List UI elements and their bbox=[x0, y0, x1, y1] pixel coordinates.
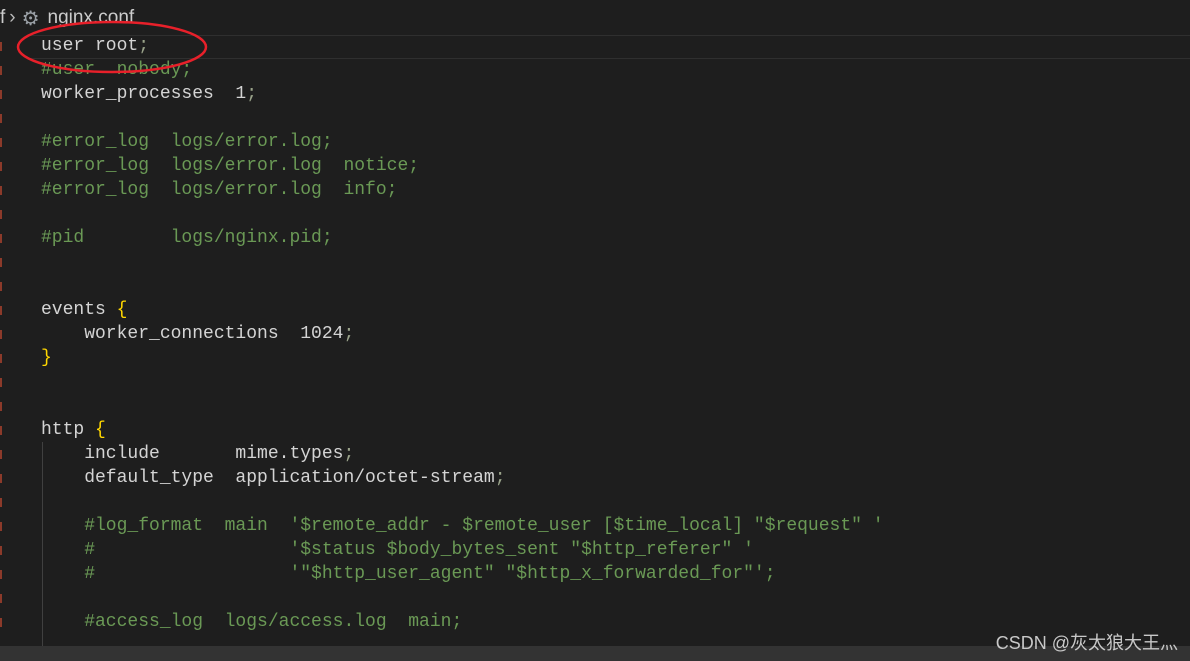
code-token-punct: ; bbox=[246, 84, 258, 104]
code-line[interactable]: } bbox=[41, 346, 884, 370]
breadcrumb-parent[interactable]: f bbox=[0, 7, 5, 29]
line-number bbox=[0, 322, 4, 346]
line-number bbox=[0, 418, 4, 442]
code-token-comment: #log_format main '$remote_addr - $remote… bbox=[41, 516, 884, 536]
line-number bbox=[0, 250, 4, 274]
code-line[interactable]: worker_connections 1024; bbox=[41, 322, 884, 346]
code-line[interactable] bbox=[41, 394, 884, 418]
code-line[interactable] bbox=[41, 106, 884, 130]
code-line[interactable]: include mime.types; bbox=[41, 442, 884, 466]
line-number bbox=[0, 106, 4, 130]
code-token-plain: user root bbox=[41, 36, 139, 56]
gear-icon: ⚙ bbox=[21, 7, 40, 30]
code-token-punct: ; bbox=[138, 36, 150, 56]
breadcrumb: f › ⚙ nginx.conf bbox=[0, 3, 134, 33]
code-line[interactable]: # '"$http_user_agent" "$http_x_forwarded… bbox=[41, 562, 884, 586]
code-line[interactable] bbox=[41, 370, 884, 394]
code-token-comment: #pid logs/nginx.pid; bbox=[41, 228, 333, 248]
code-token-plain: default_type application/octet-stream bbox=[41, 468, 495, 488]
line-number bbox=[0, 82, 4, 106]
line-number bbox=[0, 154, 4, 178]
code-line[interactable]: user root; bbox=[41, 34, 884, 58]
line-number-gutter bbox=[0, 34, 4, 634]
line-number bbox=[0, 178, 4, 202]
line-number bbox=[0, 562, 4, 586]
line-number bbox=[0, 34, 4, 58]
code-token-comment: #user nobody; bbox=[41, 60, 193, 80]
code-line[interactable]: #error_log logs/error.log info; bbox=[41, 178, 884, 202]
line-number bbox=[0, 226, 4, 250]
code-line[interactable] bbox=[41, 586, 884, 610]
code-line[interactable] bbox=[41, 250, 884, 274]
code-line[interactable]: worker_processes 1; bbox=[41, 82, 884, 106]
code-line[interactable]: # '$status $body_bytes_sent "$http_refer… bbox=[41, 538, 884, 562]
line-number bbox=[0, 490, 4, 514]
line-number bbox=[0, 298, 4, 322]
code-line[interactable]: #error_log logs/error.log; bbox=[41, 130, 884, 154]
code-line[interactable]: #pid logs/nginx.pid; bbox=[41, 226, 884, 250]
code-line[interactable]: #error_log logs/error.log notice; bbox=[41, 154, 884, 178]
code-token-punct: ; bbox=[343, 324, 355, 344]
code-token-comment: # '"$http_user_agent" "$http_x_forwarded… bbox=[41, 564, 776, 584]
code-line[interactable]: #user nobody; bbox=[41, 58, 884, 82]
code-token-brace: { bbox=[95, 420, 106, 440]
line-number bbox=[0, 514, 4, 538]
code-token-plain: http bbox=[41, 420, 96, 440]
code-token-comment: # '$status $body_bytes_sent "$http_refer… bbox=[41, 540, 754, 560]
code-token-comment: #error_log logs/error.log notice; bbox=[41, 156, 420, 176]
chevron-right-icon: › bbox=[9, 7, 16, 28]
code-token-comment: #error_log logs/error.log info; bbox=[41, 180, 398, 200]
breadcrumb-file[interactable]: nginx.conf bbox=[48, 7, 135, 29]
line-number bbox=[0, 130, 4, 154]
code-line[interactable]: #log_format main '$remote_addr - $remote… bbox=[41, 514, 884, 538]
line-number bbox=[0, 58, 4, 82]
code-token-punct: ; bbox=[343, 444, 355, 464]
code-token-brace: } bbox=[41, 348, 52, 368]
code-token-comment: #access_log logs/access.log main; bbox=[41, 612, 463, 632]
line-number bbox=[0, 370, 4, 394]
line-number bbox=[0, 346, 4, 370]
line-number bbox=[0, 442, 4, 466]
line-number bbox=[0, 538, 4, 562]
code-line[interactable] bbox=[41, 490, 884, 514]
line-number bbox=[0, 274, 4, 298]
line-number bbox=[0, 586, 4, 610]
code-line[interactable]: default_type application/octet-stream; bbox=[41, 466, 884, 490]
line-number bbox=[0, 466, 4, 490]
code-line[interactable]: http { bbox=[41, 418, 884, 442]
line-number bbox=[0, 202, 4, 226]
code-line[interactable]: events { bbox=[41, 298, 884, 322]
code-token-punct: ; bbox=[494, 468, 506, 488]
code-token-plain: include mime.types bbox=[41, 444, 344, 464]
code-line[interactable] bbox=[41, 274, 884, 298]
code-editor[interactable]: user root; #user nobody; worker_processes … bbox=[41, 34, 884, 634]
line-number bbox=[0, 610, 4, 634]
code-line[interactable] bbox=[41, 202, 884, 226]
code-token-plain: worker_connections 1024 bbox=[41, 324, 344, 344]
line-number bbox=[0, 394, 4, 418]
code-line[interactable]: #access_log logs/access.log main; bbox=[41, 610, 884, 634]
code-token-comment: #error_log logs/error.log; bbox=[41, 132, 333, 152]
code-token-brace: { bbox=[116, 300, 128, 320]
watermark: CSDN @灰太狼大王灬 bbox=[995, 633, 1178, 653]
code-token-plain: worker_processes 1 bbox=[41, 84, 247, 104]
code-token-plain: events bbox=[41, 300, 117, 320]
